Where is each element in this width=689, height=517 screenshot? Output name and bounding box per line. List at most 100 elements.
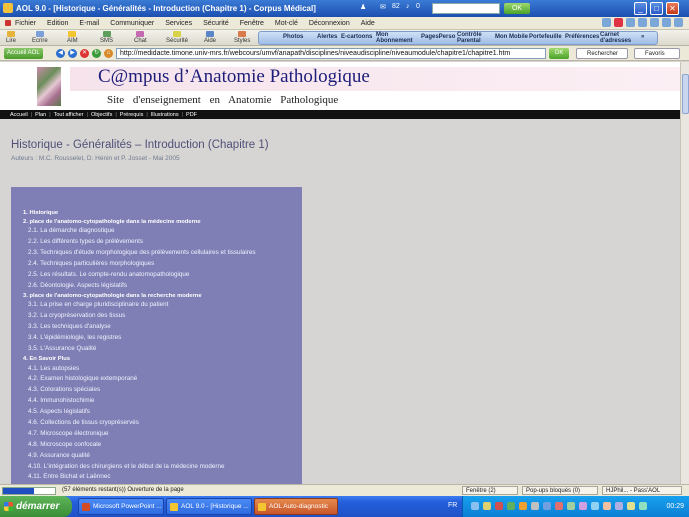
- toc-subsection-link[interactable]: 4.10. L'intégration des chirurgiens et l…: [23, 462, 302, 473]
- toolbar-chat-button[interactable]: Chat: [134, 31, 147, 44]
- toc-subsection-link[interactable]: 4.7. Microscope électronique: [23, 429, 302, 440]
- back-arrow-icon[interactable]: ◀: [56, 49, 65, 58]
- nav-illustrations[interactable]: Illustrations: [151, 112, 179, 118]
- mail-icon[interactable]: ✉: [380, 3, 386, 14]
- battery-icon[interactable]: [567, 502, 575, 510]
- toolbar-pagesperso[interactable]: PagesPerso: [421, 34, 455, 40]
- toc-subsection-link[interactable]: 4.8. Microscope confocale: [23, 440, 302, 451]
- menu-fichier[interactable]: Fichier: [15, 20, 36, 27]
- chat-icon[interactable]: [626, 18, 635, 27]
- aol-menu-icon[interactable]: [5, 20, 11, 26]
- menu-email[interactable]: E-mail: [79, 20, 99, 27]
- user-account[interactable]: HJPhil... - Pass'AOL: [602, 486, 682, 495]
- nav-accueil[interactable]: Accueil: [10, 112, 28, 118]
- toc-subsection-link[interactable]: 4.11. Entre Bichat et Laënnec: [23, 472, 302, 483]
- connection-icon[interactable]: [543, 502, 551, 510]
- toc-subsection-link[interactable]: 4.2. Examen histologique extemporané: [23, 374, 302, 385]
- toc-subsection-link[interactable]: 3.1. La prise en charge pluridisciplinai…: [23, 300, 302, 311]
- toolbar-ecartoons[interactable]: E-cartoons: [341, 34, 372, 40]
- toolbar-sms-button[interactable]: SMS: [100, 31, 113, 44]
- popup-blocker[interactable]: Pop-ups bloqués (0): [522, 486, 598, 495]
- toc-subsection-link[interactable]: 4.5. Aspects législatifs: [23, 407, 302, 418]
- toc-subsection-link[interactable]: 4.4. Immunohistochimie: [23, 396, 302, 407]
- toc-subsection-link[interactable]: 2.1. La démarche diagnostique: [23, 226, 302, 237]
- menu-aide[interactable]: Aide: [361, 20, 375, 27]
- menu-services[interactable]: Services: [165, 20, 192, 27]
- toolbar-read-button[interactable]: Lire: [6, 31, 16, 44]
- security-tray-icon[interactable]: [555, 502, 563, 510]
- go-ok-button[interactable]: OK: [549, 48, 569, 59]
- scrollbar-thumb[interactable]: [682, 74, 689, 114]
- refresh-icon[interactable]: ↻: [92, 49, 101, 58]
- toolbar-aim-button[interactable]: AIM: [67, 31, 78, 44]
- toolbar-alertes[interactable]: Alertes: [317, 34, 337, 40]
- display-icon[interactable]: [579, 502, 587, 510]
- home-icon[interactable]: ⌂: [104, 49, 113, 58]
- toolbar-photos[interactable]: Photos: [283, 34, 303, 40]
- maximize-button[interactable]: □: [650, 2, 663, 15]
- task-powerpoint[interactable]: Microsoft PowerPoint ...: [78, 498, 164, 515]
- system-clock[interactable]: 00:29: [666, 503, 684, 510]
- toolbar-abonnement[interactable]: Mon Abonnement: [376, 32, 413, 44]
- search-button[interactable]: Rechercher: [576, 48, 628, 59]
- toc-section[interactable]: 2. place de l'anatomo-cytopathologie dan…: [23, 218, 302, 227]
- toc-subsection-link[interactable]: 3.3. Les techniques d'analyse: [23, 322, 302, 333]
- task-aol-diagnostic[interactable]: AOL Auto-diagnostic: [254, 498, 338, 515]
- printer-icon[interactable]: [603, 502, 611, 510]
- toolbar-preferences[interactable]: Préférences: [565, 34, 599, 40]
- toc-section[interactable]: 1. Historique: [23, 209, 302, 218]
- mobile-icon[interactable]: [650, 18, 659, 27]
- aol-home-button[interactable]: Accueil AOL: [4, 48, 43, 59]
- quick-search-input[interactable]: [432, 3, 500, 14]
- mail-icon[interactable]: [638, 18, 647, 27]
- toc-subsection-link[interactable]: 2.3. Techniques d'étude morphologique de…: [23, 248, 302, 259]
- toc-subsection-link[interactable]: 3.5. L'Assurance Qualité: [23, 344, 302, 355]
- volume-icon[interactable]: [531, 502, 539, 510]
- menu-deconnexion[interactable]: Déconnexion: [309, 20, 350, 27]
- start-button[interactable]: démarrer: [0, 496, 72, 517]
- globe-icon[interactable]: [602, 18, 611, 27]
- antivirus-icon[interactable]: [495, 502, 503, 510]
- aim-tray-icon[interactable]: [483, 502, 491, 510]
- minimize-button[interactable]: _: [634, 2, 647, 15]
- toc-subsection-link[interactable]: 3.4. L'épidémiologie, les registres: [23, 333, 302, 344]
- stop-icon[interactable]: ✕: [80, 49, 89, 58]
- settings-icon[interactable]: [674, 18, 683, 27]
- photo-icon[interactable]: [662, 18, 671, 27]
- vertical-scrollbar[interactable]: [680, 62, 689, 484]
- toc-section[interactable]: 3. place de l'anatomo-cytopathologie dan…: [23, 292, 302, 301]
- nav-pdf[interactable]: PDF: [186, 112, 197, 118]
- menu-securite[interactable]: Sécurité: [203, 20, 229, 27]
- nav-objectifs[interactable]: Objectifs: [91, 112, 112, 118]
- toc-subsection-link[interactable]: 2.5. Les résultats. Le compte-rendu anat…: [23, 270, 302, 281]
- close-button[interactable]: ✕: [666, 2, 679, 15]
- toolbar-mon-mobile[interactable]: Mon Mobile: [495, 34, 528, 40]
- nav-tout-afficher[interactable]: Tout afficher: [54, 112, 84, 118]
- favorites-button[interactable]: Favoris: [634, 48, 680, 59]
- aol-tray-icon[interactable]: [519, 502, 527, 510]
- bluetooth-icon[interactable]: [591, 502, 599, 510]
- toolbar-styles-button[interactable]: Styles: [234, 31, 250, 44]
- toolbar-security-button[interactable]: Sécurité: [166, 31, 188, 44]
- toolbar-portefeuille[interactable]: Portefeuille: [529, 34, 562, 40]
- quick-search-ok-button[interactable]: OK: [504, 3, 530, 14]
- messenger-icon[interactable]: [627, 502, 635, 510]
- alert-icon[interactable]: ♪: [406, 3, 410, 14]
- web-page-viewport[interactable]: C@mpus d’Anatomie Pathologique Site d'en…: [0, 62, 680, 484]
- toolbar-more-chevron-icon[interactable]: »: [641, 34, 644, 40]
- toc-subsection-link[interactable]: 2.4. Techniques particulières morphologi…: [23, 259, 302, 270]
- toc-subsection-link[interactable]: 2.2. Les différents types de prélèvement…: [23, 237, 302, 248]
- menu-fenetre[interactable]: Fenêtre: [240, 20, 264, 27]
- menu-communiquer[interactable]: Communiquer: [110, 20, 154, 27]
- heart-icon[interactable]: [614, 18, 623, 27]
- toolbar-controle-parental[interactable]: Contrôle Parental: [457, 32, 487, 44]
- toc-subsection-link[interactable]: 4.9. Assurance qualité: [23, 451, 302, 462]
- toc-subsection-link[interactable]: 2.6. Déontologie. Aspects législatifs: [23, 281, 302, 292]
- toc-subsection-link[interactable]: 4.1. Les autopsies: [23, 364, 302, 375]
- toc-section[interactable]: 4. En Savoir Plus: [23, 355, 302, 364]
- toolbar-help-button[interactable]: Aide: [204, 31, 216, 44]
- menu-mot-cle[interactable]: Mot-clé: [275, 20, 298, 27]
- toc-subsection-link[interactable]: 4.3. Colorations spéciales: [23, 385, 302, 396]
- clock-sync-icon[interactable]: [639, 502, 647, 510]
- toc-subsection-link[interactable]: 3.2. La cryopréservation des tissus: [23, 311, 302, 322]
